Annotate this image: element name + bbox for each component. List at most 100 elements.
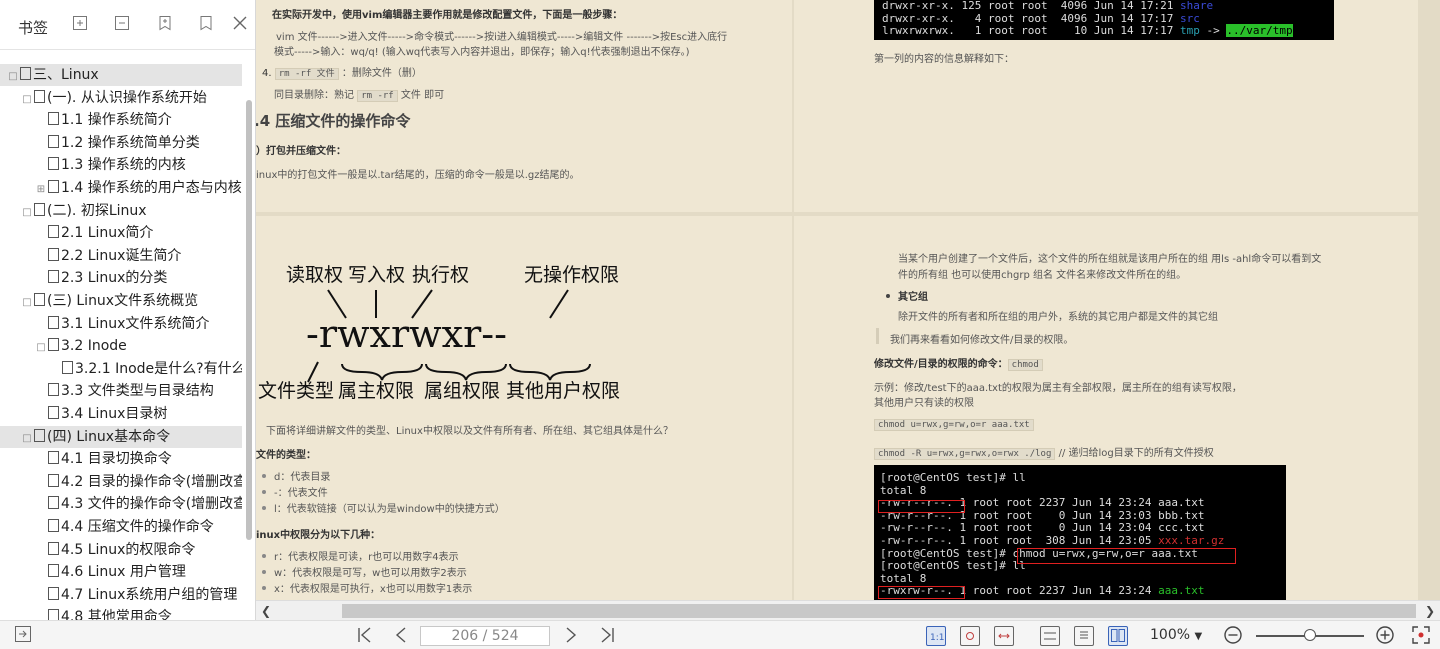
bookmark-item[interactable]: □ 3.2 Inode bbox=[0, 335, 242, 357]
next-page-icon[interactable] bbox=[560, 625, 582, 646]
inline-code: rm -rf 文件 bbox=[274, 68, 339, 80]
horizontal-scrollbar[interactable]: ❮ ❯ bbox=[256, 600, 1440, 620]
page-fragment-top-left: 在实际开发中，使用vim编辑器主要作用就是修改配置文件，下面是一般步骤： vim… bbox=[256, 0, 792, 212]
bookmark-label: 4.5 Linux的权限命令 bbox=[61, 541, 196, 558]
scrollbar-thumb[interactable] bbox=[342, 604, 1416, 618]
terminal-text: -> bbox=[1199, 24, 1227, 38]
bookmark-icon bbox=[48, 609, 59, 620]
bookmarks-toolbar: 书签 bbox=[0, 0, 255, 50]
expander-icon[interactable]: □ bbox=[22, 202, 32, 222]
bookmark-item[interactable]: 4.4 压缩文件的操作命令 bbox=[0, 516, 242, 538]
bookmark-item[interactable]: ⊞ 1.4 操作系统的用户态与内核 bbox=[0, 177, 242, 199]
bookmarks-title: 书签 bbox=[18, 19, 49, 37]
chevron-down-icon: ▼ bbox=[1194, 631, 1203, 642]
bookmark-item[interactable]: 4.5 Linux的权限命令 bbox=[0, 539, 242, 561]
bookmark-item[interactable]: 3.2.1 Inode是什么?有什么 bbox=[0, 358, 242, 380]
zoom-out-icon[interactable] bbox=[1222, 625, 1244, 646]
file-type-text: -：代表文件 bbox=[274, 488, 328, 499]
bullet-item: 其它组 bbox=[886, 288, 928, 303]
scroll-right-icon[interactable]: ❯ bbox=[1422, 601, 1438, 621]
bookmark-item[interactable]: □ (四) Linux基本命令 bbox=[0, 425, 242, 448]
terminal-filename: aaa.txt bbox=[1158, 584, 1205, 598]
single-page-icon[interactable] bbox=[1074, 626, 1094, 646]
bookmark-add-icon[interactable] bbox=[155, 13, 175, 35]
bookmark-item[interactable]: □ (三) Linux文件系统概览 bbox=[0, 290, 242, 312]
expander-icon[interactable]: □ bbox=[22, 292, 32, 312]
chmod-heading-text: 修改文件/目录的权限的命令： bbox=[874, 359, 1008, 370]
fit-page-icon[interactable] bbox=[960, 626, 980, 646]
terminal-screenshot: drwxr-xr-x. 125 root root 4096 Jun 14 17… bbox=[874, 0, 1334, 40]
bookmark-icon[interactable] bbox=[196, 13, 216, 35]
add-bookmark-icon[interactable] bbox=[70, 13, 90, 35]
actual-size-icon[interactable]: 1:1 bbox=[926, 626, 946, 646]
expander-icon[interactable]: □ bbox=[8, 66, 18, 86]
expander-icon[interactable]: □ bbox=[22, 428, 32, 448]
bookmark-item[interactable]: 1.1 操作系统简介 bbox=[0, 109, 242, 131]
bookmark-label: 1.2 操作系统简单分类 bbox=[61, 134, 200, 151]
page-number-input[interactable]: 206 / 524 bbox=[420, 626, 550, 646]
close-icon[interactable] bbox=[230, 13, 250, 35]
bookmark-icon bbox=[48, 586, 59, 600]
bookmark-label: 4.6 Linux 用户管理 bbox=[61, 564, 186, 581]
bookmark-item[interactable]: 4.1 目录切换命令 bbox=[0, 448, 242, 470]
bookmark-item[interactable]: □ (一). 从认识操作系统开始 bbox=[0, 87, 242, 109]
bookmark-item[interactable]: 3.1 Linux文件系统简介 bbox=[0, 313, 242, 335]
bookmark-icon bbox=[48, 564, 59, 578]
list-item-rm: 4. rm -rf 文件 ：删除文件（删） bbox=[262, 64, 422, 80]
bookmark-item[interactable]: 1.3 操作系统的内核 bbox=[0, 154, 242, 176]
highlight-box bbox=[1017, 548, 1236, 564]
bookmark-item[interactable]: 3.4 Linux目录树 bbox=[0, 403, 242, 425]
bookmark-item[interactable]: 4.2 目录的操作命令(增删改查) bbox=[0, 471, 242, 493]
code-note: // 递归给log目录下的所有文件授权 bbox=[1058, 448, 1214, 459]
bookmark-label: 3.3 文件类型与目录结构 bbox=[61, 383, 214, 400]
bookmark-icon bbox=[34, 293, 45, 306]
expander-icon[interactable]: □ bbox=[22, 89, 32, 109]
exit-panel-icon[interactable] bbox=[12, 625, 34, 646]
bookmark-item[interactable]: 4.7 Linux系统用户组的管理 bbox=[0, 584, 242, 606]
terminal-text: total 8 bbox=[880, 571, 927, 585]
svg-text:1:1: 1:1 bbox=[930, 633, 944, 643]
bookmark-icon bbox=[48, 270, 59, 284]
last-page-icon[interactable] bbox=[596, 625, 618, 646]
bookmark-item[interactable]: 4.8 其他常用命令 bbox=[0, 606, 242, 620]
zoom-value: 100% bbox=[1150, 627, 1191, 643]
bookmark-item[interactable]: 3.3 文件类型与目录结构 bbox=[0, 380, 242, 402]
bookmark-item[interactable]: □ 三、Linux bbox=[0, 64, 242, 86]
bookmark-icon bbox=[48, 383, 59, 397]
scroll-left-icon[interactable]: ❮ bbox=[258, 601, 274, 621]
two-page-icon[interactable] bbox=[1108, 626, 1128, 646]
bookmark-label: (一). 从认识操作系统开始 bbox=[47, 89, 207, 106]
example-text: 示例：修改/test下的aaa.txt的权限为属主有全部权限，属主所在的组有读写… bbox=[874, 383, 1242, 394]
terminal-screenshot: [root@CentOS test]# ll total 8 -rw-r--r--.… bbox=[874, 465, 1286, 600]
first-page-icon[interactable] bbox=[354, 625, 376, 646]
rm-note-pre: 同目录删除：熟记 bbox=[274, 90, 354, 101]
other-permission-label: 其他用户权限 bbox=[506, 380, 621, 402]
zoom-in-icon[interactable] bbox=[1374, 625, 1396, 646]
bookmark-item[interactable]: 2.1 Linux简介 bbox=[0, 222, 242, 244]
code-sample-recursive: chmod -R u=rwx,g=rwx,o=rwx ./log // 递归给l… bbox=[874, 444, 1214, 460]
vim-steps-line: vim 文件------>进入文件----->命令模式------>按i进入编辑… bbox=[276, 32, 728, 43]
group-permission-label: 属组权限 bbox=[424, 380, 501, 402]
fit-width-icon[interactable] bbox=[994, 626, 1014, 646]
fullscreen-icon[interactable] bbox=[1410, 625, 1432, 646]
bookmark-item[interactable]: 4.6 Linux 用户管理 bbox=[0, 561, 242, 583]
zoom-dropdown[interactable]: 100% ▼ bbox=[1150, 627, 1202, 643]
inline-code: chmod u=rwx,g=rw,o=r aaa.txt bbox=[874, 419, 1034, 431]
sidebar-scrollbar[interactable] bbox=[246, 100, 252, 540]
bookmark-item[interactable]: 4.3 文件的操作命令(增删改查) bbox=[0, 493, 242, 515]
previous-page-icon[interactable] bbox=[390, 625, 412, 646]
continuous-page-icon[interactable] bbox=[1040, 626, 1060, 646]
expand-bookmark-icon[interactable] bbox=[112, 13, 132, 35]
bookmark-item[interactable]: □ (二). 初探Linux bbox=[0, 200, 242, 222]
zoom-slider-handle[interactable] bbox=[1304, 629, 1316, 641]
bookmark-item[interactable]: 2.2 Linux诞生简介 bbox=[0, 245, 242, 267]
bookmark-item[interactable]: 2.3 Linux的分类 bbox=[0, 267, 242, 289]
bookmark-label: 1.4 操作系统的用户态与内核 bbox=[61, 180, 242, 196]
expander-icon[interactable]: ⊞ bbox=[36, 179, 46, 199]
bookmark-label: 4.4 压缩文件的操作命令 bbox=[61, 519, 214, 535]
expander-icon[interactable]: □ bbox=[36, 337, 46, 357]
bookmark-label: 1.3 操作系统的内核 bbox=[61, 157, 186, 174]
example-text-2: 其他用户只有读的权限 bbox=[874, 398, 974, 409]
rm-note-post: 文件 即可 bbox=[400, 90, 445, 101]
bookmark-item[interactable]: 1.2 操作系统简单分类 bbox=[0, 132, 242, 154]
